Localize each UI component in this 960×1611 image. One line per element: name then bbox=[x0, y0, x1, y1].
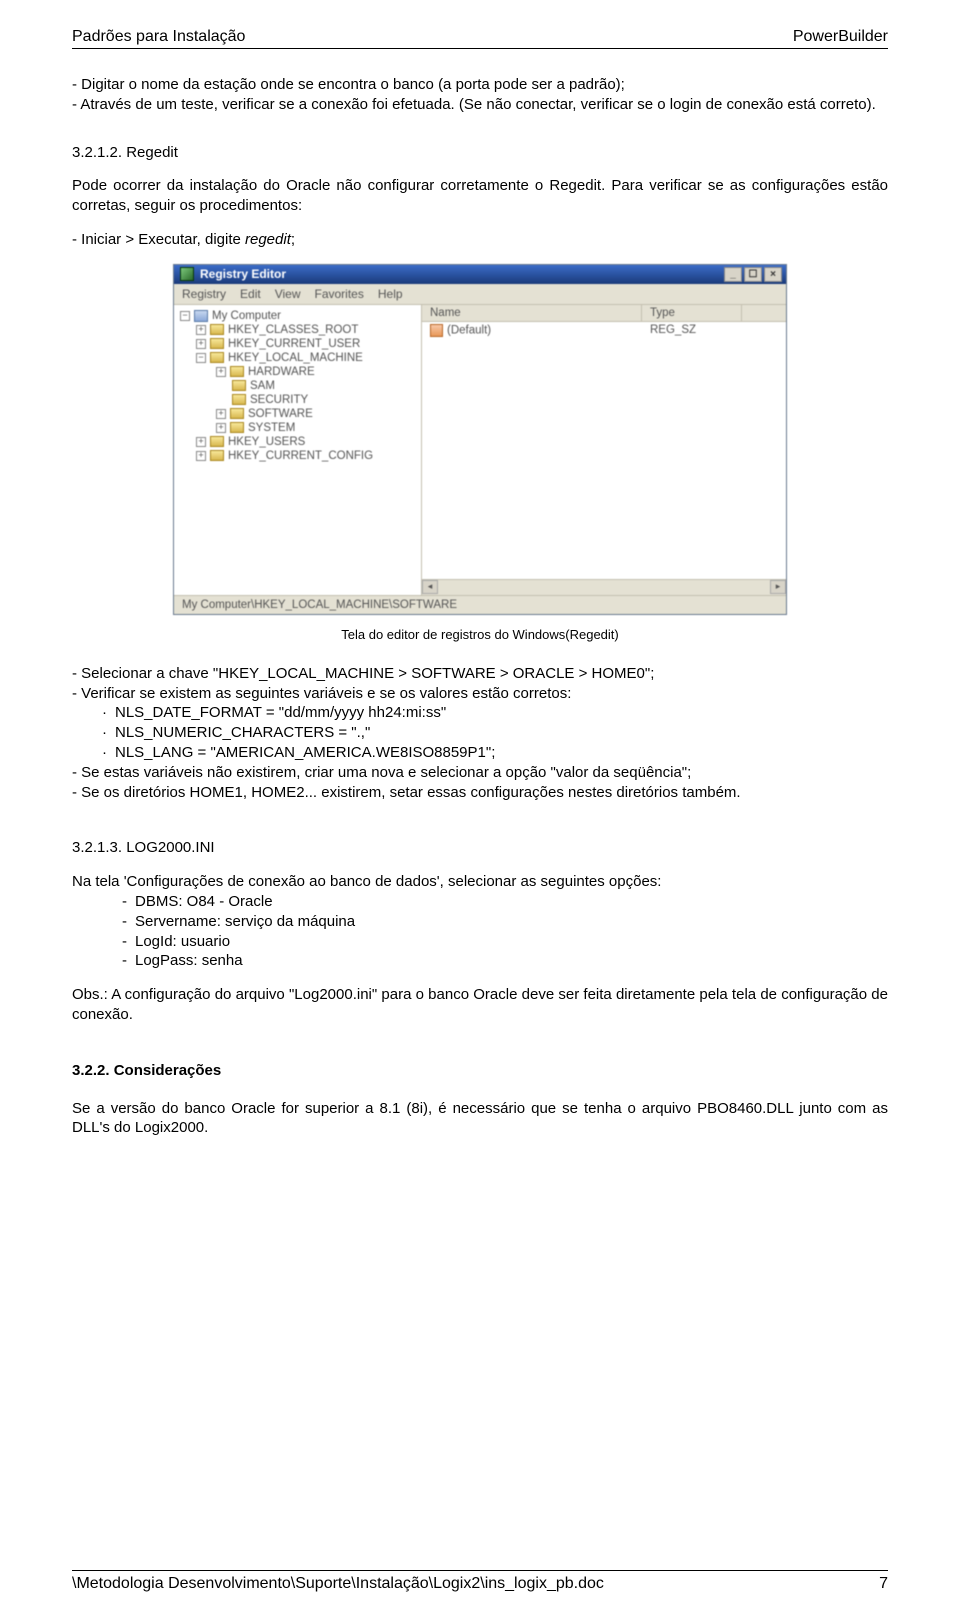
folder-icon bbox=[230, 408, 244, 419]
regedit-detail[interactable]: Name Type (Default) REG_SZ ◂ ▸ bbox=[422, 305, 786, 595]
computer-icon bbox=[194, 310, 208, 322]
section-3212-para: Pode ocorrer da instalação do Oracle não… bbox=[72, 176, 888, 216]
intro-paragraph: - Digitar o nome da estação onde se enco… bbox=[72, 75, 888, 115]
header-divider bbox=[72, 48, 888, 49]
detail-header: Name Type bbox=[422, 305, 786, 322]
folder-icon bbox=[210, 450, 224, 461]
regedit-statusbar: My Computer\HKEY_LOCAL_MACHINE\SOFTWARE bbox=[174, 595, 786, 614]
col-name[interactable]: Name bbox=[422, 305, 642, 321]
list-item: ·NLS_NUMERIC_CHARACTERS = ".," bbox=[72, 723, 888, 743]
scroll-left-button[interactable]: ◂ bbox=[422, 580, 438, 594]
folder-icon bbox=[210, 352, 224, 363]
detail-row[interactable]: (Default) REG_SZ bbox=[422, 322, 786, 339]
list-item: -Servername: serviço da máquina bbox=[122, 912, 888, 932]
minimize-button[interactable]: _ bbox=[724, 267, 742, 282]
section-3213-intro: Na tela 'Configurações de conexão ao ban… bbox=[72, 872, 888, 892]
tree-root[interactable]: − My Computer bbox=[176, 309, 419, 323]
scroll-right-button[interactable]: ▸ bbox=[770, 580, 786, 594]
tree-item[interactable]: +HARDWARE bbox=[176, 365, 419, 379]
folder-icon bbox=[232, 394, 246, 405]
list-item: - Selecionar a chave "HKEY_LOCAL_MACHINE… bbox=[72, 664, 888, 684]
footer-page-number: 7 bbox=[879, 1575, 888, 1593]
regedit-window: Registry Editor _ ☐ × Registry Edit View… bbox=[173, 264, 787, 615]
menu-edit[interactable]: Edit bbox=[240, 287, 261, 301]
figure-caption: Tela do editor de registros do Windows(R… bbox=[72, 627, 888, 642]
tree-item[interactable]: +HKEY_USERS bbox=[176, 435, 419, 449]
regedit-title: Registry Editor bbox=[200, 267, 286, 281]
tree-item[interactable]: −HKEY_LOCAL_MACHINE bbox=[176, 351, 419, 365]
menu-favorites[interactable]: Favorites bbox=[315, 287, 364, 301]
section-3213-title: 3.2.1.3. LOG2000.INI bbox=[72, 838, 888, 858]
folder-icon bbox=[210, 324, 224, 335]
page-footer: \Metodologia Desenvolvimento\Suporte\Ins… bbox=[72, 1570, 888, 1593]
value-icon bbox=[430, 324, 443, 337]
list-item: - Verificar se existem as seguintes vari… bbox=[72, 684, 888, 704]
regedit-tree[interactable]: − My Computer +HKEY_CLASSES_ROOT +HKEY_C… bbox=[174, 305, 422, 595]
tree-item[interactable]: +HKEY_CURRENT_USER bbox=[176, 337, 419, 351]
list-item: - Se os diretórios HOME1, HOME2... exist… bbox=[72, 783, 888, 803]
tree-item[interactable]: SAM bbox=[176, 379, 419, 393]
section-3212-step: - Iniciar > Executar, digite regedit; bbox=[72, 230, 888, 250]
section-3213-list: -DBMS: O84 - Oracle -Servername: serviço… bbox=[72, 892, 888, 971]
footer-path: \Metodologia Desenvolvimento\Suporte\Ins… bbox=[72, 1575, 604, 1593]
folder-icon bbox=[232, 380, 246, 391]
tree-item[interactable]: +HKEY_CLASSES_ROOT bbox=[176, 323, 419, 337]
folder-icon bbox=[210, 338, 224, 349]
list-item: -DBMS: O84 - Oracle bbox=[122, 892, 888, 912]
section-322-title: 3.2.2. Considerações bbox=[72, 1061, 888, 1081]
header-left: Padrões para Instalação bbox=[72, 28, 245, 46]
list-item: ·NLS_DATE_FORMAT = "dd/mm/yyyy hh24:mi:s… bbox=[72, 703, 888, 723]
tree-item[interactable]: +HKEY_CURRENT_CONFIG bbox=[176, 449, 419, 463]
section-322-para: Se a versão do banco Oracle for superior… bbox=[72, 1099, 888, 1139]
list-item: -LogPass: senha bbox=[122, 951, 888, 971]
close-button[interactable]: × bbox=[764, 267, 782, 282]
horizontal-scrollbar[interactable]: ◂ ▸ bbox=[422, 579, 786, 595]
section-3213-obs: Obs.: A configuração do arquivo "Log2000… bbox=[72, 985, 888, 1025]
footer-divider bbox=[72, 1570, 888, 1571]
after-regedit-list: - Selecionar a chave "HKEY_LOCAL_MACHINE… bbox=[72, 664, 888, 803]
list-item: ·NLS_LANG = "AMERICAN_AMERICA.WE8ISO8859… bbox=[72, 743, 888, 763]
list-item: -LogId: usuario bbox=[122, 932, 888, 952]
folder-icon bbox=[210, 436, 224, 447]
regedit-menubar: Registry Edit View Favorites Help bbox=[174, 284, 786, 305]
page-header: Padrões para Instalação PowerBuilder bbox=[72, 28, 888, 46]
menu-help[interactable]: Help bbox=[378, 287, 403, 301]
tree-item[interactable]: +SOFTWARE bbox=[176, 407, 419, 421]
regedit-app-icon bbox=[180, 267, 194, 281]
section-3212-title: 3.2.1.2. Regedit bbox=[72, 143, 888, 163]
regedit-titlebar: Registry Editor _ ☐ × bbox=[174, 265, 786, 284]
folder-icon bbox=[230, 366, 244, 377]
maximize-button[interactable]: ☐ bbox=[744, 267, 762, 282]
tree-item[interactable]: +SYSTEM bbox=[176, 421, 419, 435]
header-right: PowerBuilder bbox=[793, 28, 888, 46]
menu-registry[interactable]: Registry bbox=[182, 287, 226, 301]
menu-view[interactable]: View bbox=[275, 287, 301, 301]
list-item: - Se estas variáveis não existirem, cria… bbox=[72, 763, 888, 783]
col-type[interactable]: Type bbox=[642, 305, 742, 321]
folder-icon bbox=[230, 422, 244, 433]
tree-item[interactable]: SECURITY bbox=[176, 393, 419, 407]
